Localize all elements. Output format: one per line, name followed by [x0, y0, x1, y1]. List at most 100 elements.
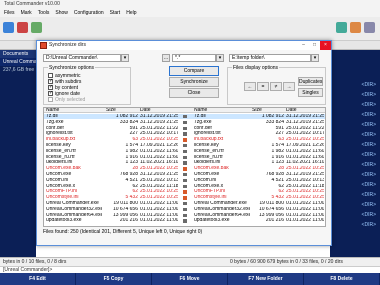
f8-delete-button[interactable]: F8 Delete	[304, 273, 380, 285]
f4-edit-button[interactable]: F4 Edit	[0, 273, 76, 285]
cell: 01.01.2022 11:60	[140, 148, 178, 154]
show-different-icon[interactable]: ≠	[270, 82, 282, 91]
compare-button[interactable]: Compare	[169, 66, 219, 76]
left-dir-input[interactable]: D:\Unreal Commander\	[43, 54, 121, 62]
list-item[interactable]: license.key 1 574 17.09.2021 12:26 license.…	[44, 143, 325, 148]
list-item[interactable]: license_en.rtf 1 982 01.01.2022 11:60 licen…	[44, 149, 325, 154]
cell: ini.backup.txt	[194, 137, 224, 143]
cell: license_en.rtf	[194, 148, 224, 154]
cell: 31.12.2019 21:25	[140, 172, 178, 177]
list-item[interactable]: UnrealCommander64.exe 13 999 056 01.01.202…	[44, 213, 325, 218]
column-header[interactable]: Size	[106, 108, 138, 113]
column-header[interactable]: Size	[252, 108, 284, 113]
cell: ukoldiers.ini	[194, 160, 221, 166]
dir-label: <DIR>	[361, 132, 376, 138]
equal-status-icon	[183, 132, 187, 136]
refresh-icon[interactable]	[3, 22, 14, 33]
left-dir-browse-icon[interactable]: …	[162, 54, 170, 62]
command-line[interactable]: [Unreal Commander]>	[0, 266, 380, 273]
mask-dropdown-icon[interactable]: ▾	[216, 54, 224, 62]
menu-show[interactable]: Show	[55, 9, 68, 17]
maximize-icon[interactable]: □	[309, 41, 320, 50]
list-item[interactable]: updatetool3.exe 201 216 01.01.2022 11:00 up…	[44, 218, 325, 223]
synchronize-button[interactable]: Synchronize	[169, 77, 219, 87]
list-item[interactable]: Uncom.ini 4 521 25.01.2022 10:13 Uncom.ini 4…	[44, 178, 325, 183]
cell: 17.09.2021 12:26	[140, 143, 178, 148]
list-item[interactable]: Uncomstyle.ini 5 432 25.01.2022 10:25 Uncom…	[44, 195, 325, 200]
list-item[interactable]: conf.def 591 25.01.2022 11:22 conf.def 591 25…	[44, 126, 325, 131]
column-header[interactable]: Date	[140, 108, 178, 113]
menu-tools[interactable]: Tools	[38, 9, 50, 17]
compare-results-list[interactable]: Name Size Date Name Size Date 7z.dll 1 08…	[43, 107, 326, 227]
list-item[interactable]: UnrealCommander32.exe 10 674 656 01.01.202…	[44, 207, 325, 212]
menu-configuration[interactable]: Configuration	[74, 9, 104, 17]
menu-mark[interactable]: Mark	[21, 9, 32, 17]
left-panel-tab[interactable]: Documents	[0, 50, 36, 58]
list-item[interactable]: Uncom.exe.bak 28 25.01.2022 10:25 Uncom.exe…	[44, 166, 325, 171]
cell: 1 574	[271, 143, 284, 148]
show-left-newer-icon[interactable]: ←	[244, 82, 256, 91]
close-button[interactable]: Close	[169, 88, 219, 98]
cell: 25.01.2022 10:17	[286, 131, 324, 137]
cell: license_en.rtf	[46, 148, 76, 154]
folder-icon[interactable]	[336, 22, 347, 33]
left-dir-dropdown-icon[interactable]: ▾	[121, 54, 129, 62]
different-status-icon	[183, 167, 187, 171]
menu-files[interactable]: Files	[4, 9, 15, 17]
list-item[interactable]: ignorelist.txt 227 25.01.2022 10:17 ignorel…	[44, 131, 325, 136]
f7-new-folder-button[interactable]: F7 New Folder	[228, 273, 304, 285]
left-panel[interactable]: Documents Unreal Commander 237,6 GB free	[0, 50, 36, 257]
cell: 01.01.2022 11:00	[286, 218, 324, 224]
cell: 01.01.2022 11:00	[140, 212, 178, 218]
cell: 13 999 056	[112, 212, 138, 218]
singles-toggle[interactable]: Singles	[298, 88, 323, 97]
right-dir-dropdown-icon[interactable]: ▾	[311, 54, 319, 62]
cell: 17.09.2021 12:26	[286, 143, 324, 148]
sync-options-group: Synchronize options asymmetric with subd…	[43, 65, 131, 105]
main-toolbar	[0, 17, 380, 41]
cell: 25.01.2022 10:25	[286, 189, 324, 195]
cell: 25.01.2022 10:25	[140, 195, 178, 201]
column-header[interactable]: Date	[286, 108, 324, 113]
settings-icon[interactable]	[364, 22, 375, 33]
cell: 25.01.2022 11:18	[286, 183, 324, 189]
cell: 768 928	[265, 172, 284, 177]
list-item[interactable]: UncomFTP.ini 62 25.01.2022 10:25 UncomFTP.i…	[44, 189, 325, 194]
list-item[interactable]: license_ru.rtf 1 916 01.01.2022 11:60 licen…	[44, 155, 325, 160]
right-dir-input[interactable]: E:\temp folder\	[229, 54, 311, 62]
menu-help[interactable]: Help	[126, 9, 136, 17]
cell: 25.01.2022 10:25	[140, 166, 178, 172]
list-item[interactable]: Uncom.exe.x 62 25.01.2022 11:18 Uncom.exe.x…	[44, 184, 325, 189]
list-item[interactable]: ukoldiers.ini 1 123 11.02.2021 16:10 ukoldi…	[44, 160, 325, 165]
show-equal-icon[interactable]: =	[257, 82, 269, 91]
cell: 25.01.2022 10:17	[140, 131, 178, 137]
list-item[interactable]: Unreal Commander.exe 19 011 800 01.01.2022…	[44, 201, 325, 206]
column-header[interactable]: Name	[194, 108, 250, 113]
cell: 28	[132, 166, 138, 172]
show-right-newer-icon[interactable]: →	[283, 82, 295, 91]
cell: Unreal Commander.exe	[46, 201, 99, 206]
left-panel-tab-2[interactable]: Unreal Commander	[0, 58, 36, 66]
right-panel[interactable]: <DIR> <DIR> <DIR> <DIR> <DIR> <DIR> <DIR…	[330, 50, 380, 257]
list-item[interactable]: ini.backup.txt 63 25.01.2022 10:25 ini.back…	[44, 137, 325, 142]
minimize-icon[interactable]: –	[298, 41, 309, 50]
view-icon[interactable]	[17, 22, 28, 33]
list-item[interactable]: 7z.dll 1 082 912 31.12.2019 21:25 7z.dll 1 0…	[44, 114, 325, 120]
duplicates-toggle[interactable]: Duplicates	[298, 77, 323, 86]
terminal-icon[interactable]	[350, 22, 361, 33]
file-mask-input[interactable]: *.*	[172, 54, 216, 62]
dir-label: <DIR>	[361, 112, 376, 118]
tool-icon[interactable]	[31, 22, 42, 33]
close-icon[interactable]: ×	[320, 41, 331, 50]
list-item[interactable]: 7zg.exe 333 824 31.12.2019 21:25 7zg.exe 333…	[44, 120, 325, 125]
list-header: Name Size Date Name Size Date	[44, 108, 325, 114]
f5-copy-button[interactable]: F5 Copy	[76, 273, 152, 285]
cell: conf.def	[194, 125, 212, 131]
checkbox-box[interactable]	[48, 90, 53, 96]
menu-start[interactable]: Start	[110, 9, 121, 17]
cell: Uncom.exe	[194, 172, 220, 177]
list-item[interactable]: Uncom.exe 768 928 31.12.2019 21:25 Uncom.ex…	[44, 172, 325, 177]
f6-move-button[interactable]: F6 Move	[152, 273, 228, 285]
column-header[interactable]: Name	[46, 108, 102, 113]
cell: UnrealCommander64.exe	[46, 212, 102, 218]
